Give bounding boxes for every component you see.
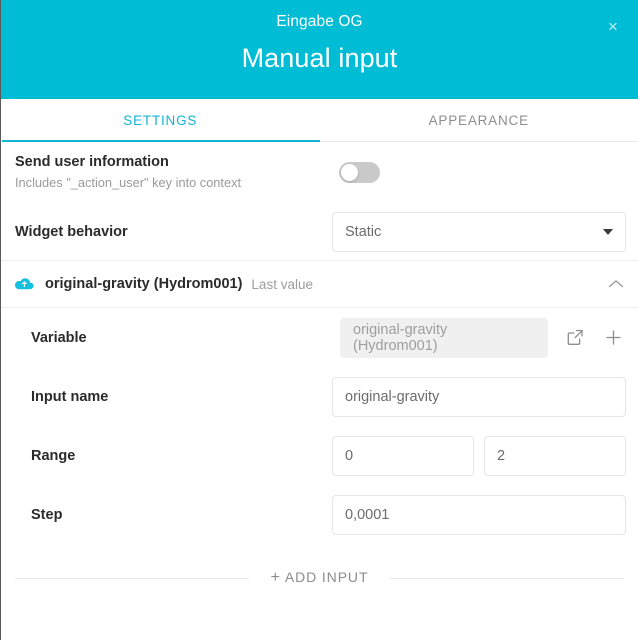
widget-behavior-value: Static (345, 223, 382, 240)
tab-bar: SETTINGS APPEARANCE (1, 99, 638, 142)
chevron-down-icon (603, 228, 613, 235)
step-row: Step 0,0001 (1, 485, 638, 544)
range-max-input[interactable]: 2 (484, 435, 626, 476)
input-name-input[interactable]: original-gravity (332, 376, 626, 417)
send-user-information-row: Send user information Includes "_action_… (1, 142, 638, 203)
step-field-area: 0,0001 (332, 494, 626, 535)
widget-behavior-row: Widget behavior Static (1, 203, 638, 260)
input-name-value: original-gravity (345, 388, 440, 405)
divider-left (15, 577, 249, 579)
tab-appearance-label: APPEARANCE (428, 112, 529, 128)
step-label: Step (31, 506, 63, 523)
manual-input-dialog: Eingabe OG Manual input × SETTINGS APPEA… (0, 0, 638, 640)
widget-behavior-label: Widget behavior (15, 223, 128, 240)
send-user-information-label: Send user information (15, 154, 169, 170)
plus-icon: + (270, 569, 281, 586)
send-user-information-toggle[interactable] (339, 162, 380, 183)
widget-behavior-select[interactable]: Static (332, 211, 626, 252)
variable-row: Variable original-gravity (Hydrom001) (1, 308, 638, 367)
divider-right (390, 577, 624, 579)
widget-behavior-field-area: Static (332, 211, 626, 252)
step-input[interactable]: 0,0001 (332, 494, 626, 535)
close-icon[interactable]: × (602, 17, 624, 39)
add-input-section: + ADD INPUT (1, 552, 638, 604)
tab-settings[interactable]: SETTINGS (1, 99, 320, 142)
range-min-value: 0 (345, 447, 354, 464)
add-input-label: ADD INPUT (284, 569, 369, 585)
cloud-upload-icon (15, 277, 34, 292)
dialog-subtitle: Eingabe OG (276, 13, 363, 30)
dialog-header: Eingabe OG Manual input × (1, 0, 638, 99)
input-name-label: Input name (31, 388, 109, 405)
chevron-up-icon[interactable] (608, 279, 624, 289)
range-min-input[interactable]: 0 (332, 435, 474, 476)
add-input-button[interactable]: + ADD INPUT (249, 569, 391, 587)
send-user-information-description: Includes "_action_user" key into context (15, 175, 242, 190)
range-field-area: 0 2 (332, 435, 626, 476)
open-external-icon[interactable] (562, 325, 588, 351)
dialog-title: Manual input (241, 43, 398, 73)
input-group-title: original-gravity (Hydrom001) (45, 276, 243, 292)
range-row: Range 0 2 (1, 426, 638, 485)
input-name-row: Input name original-gravity (1, 367, 638, 426)
variable-input[interactable]: original-gravity (Hydrom001) (340, 317, 548, 358)
variable-field-area: original-gravity (Hydrom001) (340, 317, 626, 358)
step-value: 0,0001 (345, 506, 390, 523)
tab-appearance[interactable]: APPEARANCE (320, 99, 638, 141)
add-variable-icon[interactable] (600, 325, 626, 351)
range-label: Range (31, 447, 76, 464)
input-group-meta: Last value (251, 276, 313, 292)
settings-panel: Send user information Includes "_action_… (1, 142, 638, 640)
input-group-header[interactable]: original-gravity (Hydrom001) Last value (1, 260, 638, 308)
tab-settings-label: SETTINGS (123, 112, 198, 128)
range-max-value: 2 (497, 447, 506, 464)
variable-value: original-gravity (Hydrom001) (353, 321, 448, 354)
variable-label: Variable (31, 329, 87, 346)
toggle-knob (341, 164, 358, 181)
send-user-information-texts: Send user information Includes "_action_… (15, 153, 241, 192)
input-name-field-area: original-gravity (332, 376, 626, 417)
